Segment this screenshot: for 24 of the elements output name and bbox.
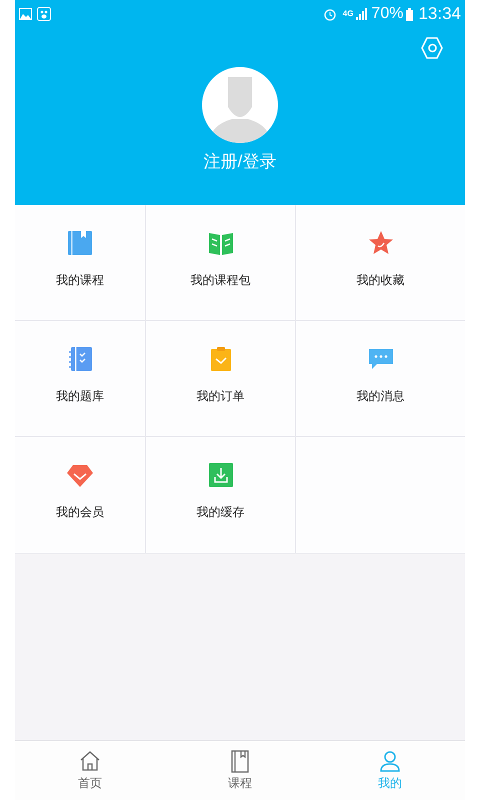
notebook-icon (66, 345, 94, 373)
image-icon (19, 8, 32, 20)
menu-item[interactable]: 我的课程包 (146, 205, 296, 321)
menu-item[interactable]: 我的消息 (296, 321, 465, 437)
battery-icon (406, 8, 414, 20)
menu-item[interactable]: 我的课程 (15, 205, 146, 321)
alarm-icon (322, 7, 337, 21)
menu-item[interactable]: 我的订单 (146, 321, 296, 437)
signal-icon (356, 8, 368, 20)
star-icon (366, 229, 394, 257)
paw-icon (37, 7, 51, 21)
settings-icon[interactable] (419, 35, 445, 61)
menu-item[interactable]: 我的题库 (15, 321, 146, 437)
book-icon (66, 229, 94, 257)
home-icon (78, 749, 102, 773)
person-icon (378, 749, 402, 773)
tab[interactable]: 课程 (165, 741, 315, 800)
network-label: 4G (342, 8, 354, 20)
menu-item[interactable]: 我的收藏 (296, 205, 465, 321)
avatar-icon[interactable] (202, 67, 278, 143)
tab[interactable]: 首页 (15, 741, 165, 800)
battery-label: 70% (371, 4, 404, 24)
clock-time: 13:34 (418, 3, 461, 26)
download-icon (206, 461, 234, 489)
